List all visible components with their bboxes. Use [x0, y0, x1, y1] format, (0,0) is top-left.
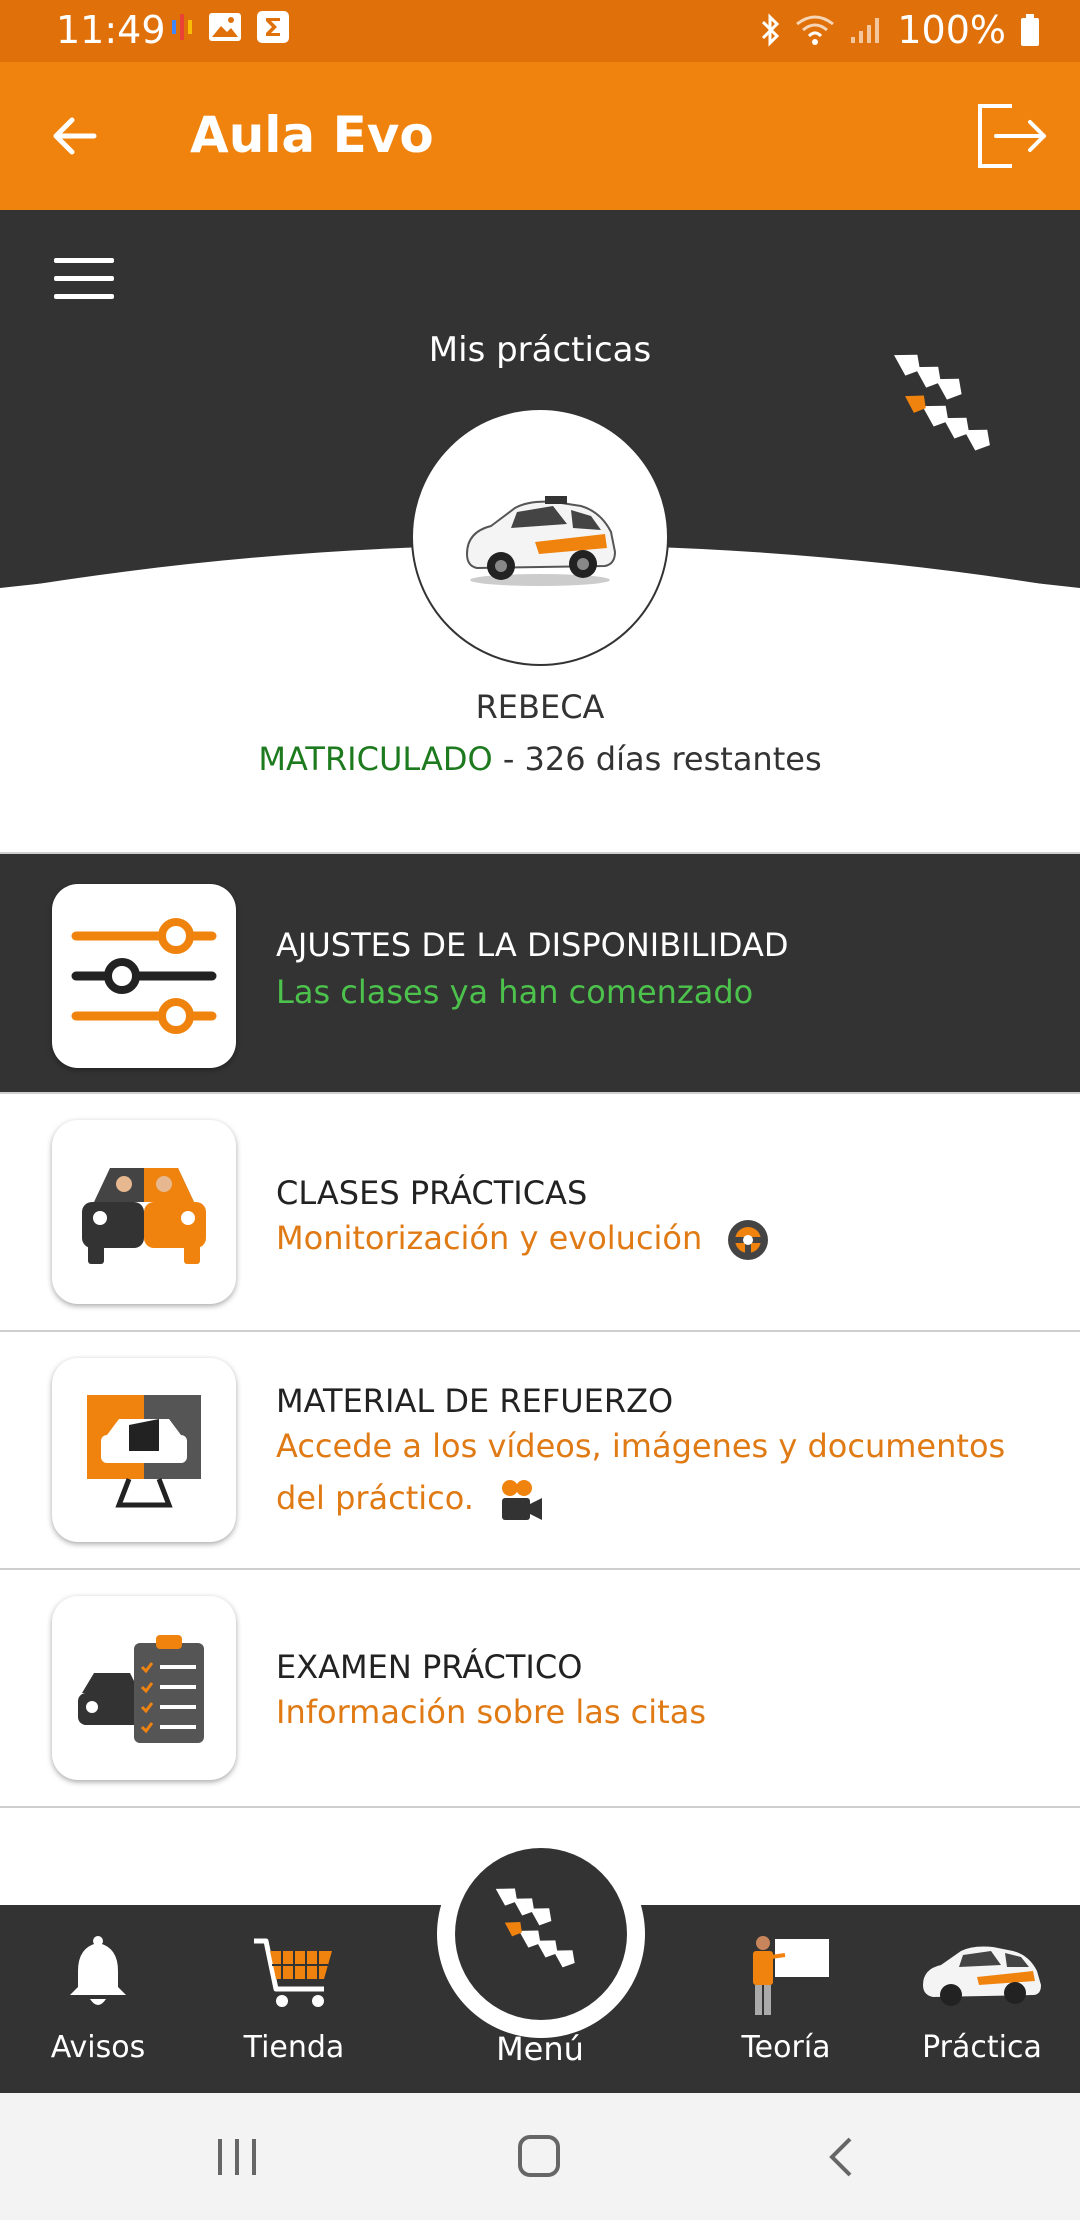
list-item-practical-classes[interactable]: CLASES PRÁCTICAS Monitorización y evoluc…	[0, 1092, 1080, 1330]
video-monitor-icon	[52, 1358, 236, 1542]
item-title: MATERIAL DE REFUERZO	[276, 1382, 674, 1420]
teacher-board-icon	[753, 1936, 829, 2015]
car-icon	[923, 1946, 1041, 2006]
avatar[interactable]	[411, 408, 669, 666]
app-title: Aula Evo	[190, 106, 434, 164]
list-item-practical-exam[interactable]: EXAMEN PRÁCTICO Información sobre las ci…	[0, 1568, 1080, 1808]
home-icon[interactable]	[516, 2133, 562, 2179]
signal-icon	[851, 18, 880, 43]
system-nav-bar	[0, 2093, 1080, 2220]
bluetooth-icon	[762, 13, 780, 47]
sliders-icon	[52, 884, 236, 1068]
car-checklist-icon	[52, 1596, 236, 1780]
item-title: EXAMEN PRÁCTICO	[276, 1648, 583, 1686]
enrollment-status: MATRICULADO	[258, 740, 493, 778]
status-bar: 11:49 100%	[0, 0, 1080, 62]
user-name: REBECA	[475, 688, 605, 726]
list-item-support-material[interactable]: MATERIAL DE REFUERZO Accede a los vídeos…	[0, 1330, 1080, 1568]
menu-fab-button[interactable]	[437, 1830, 645, 2038]
battery-percent: 100%	[897, 8, 1006, 52]
car-drivers-icon	[52, 1120, 236, 1304]
sigma-app-icon	[257, 11, 289, 43]
status-time: 11:49	[56, 8, 166, 52]
gallery-icon	[209, 13, 241, 41]
back-arrow-icon[interactable]	[48, 110, 100, 162]
item-subtitle: Las clases ya han comenzado	[276, 973, 754, 1011]
item-subtitle: Accede a los vídeos, imágenes y document…	[276, 1420, 1036, 1524]
menu-list: AJUSTES DE LA DISPONIBILIDAD Las clases …	[0, 852, 1080, 1808]
item-title: CLASES PRÁCTICAS	[276, 1174, 588, 1212]
shopping-cart-icon	[254, 1938, 332, 2007]
item-subtitle: Información sobre las citas	[276, 1693, 706, 1731]
item-title: AJUSTES DE LA DISPONIBILIDAD	[276, 926, 789, 964]
video-camera-icon	[502, 1480, 543, 1520]
brand-logo-icon	[894, 354, 990, 451]
nav-menu-label: Menú	[496, 2030, 584, 2068]
battery-icon	[1021, 14, 1039, 46]
user-status: MATRICULADO - 326 días restantes	[0, 740, 1080, 778]
brand-logo-icon	[495, 1888, 575, 1968]
recent-apps-icon[interactable]	[214, 2137, 260, 2177]
app-bar: Aula Evo	[0, 62, 1080, 210]
steering-wheel-icon	[728, 1220, 769, 1260]
list-item-availability[interactable]: AJUSTES DE LA DISPONIBILIDAD Las clases …	[0, 852, 1080, 1092]
back-nav-icon[interactable]	[826, 2135, 856, 2179]
wifi-icon	[796, 15, 835, 45]
car-avatar-icon	[465, 496, 617, 586]
bell-icon	[70, 1936, 126, 2005]
days-remaining: - 326 días restantes	[492, 740, 822, 778]
assistant-icon	[172, 14, 192, 40]
hamburger-menu-icon[interactable]	[54, 258, 114, 302]
logout-icon[interactable]	[972, 96, 1052, 176]
item-subtitle: Monitorización y evolución	[276, 1212, 1036, 1264]
